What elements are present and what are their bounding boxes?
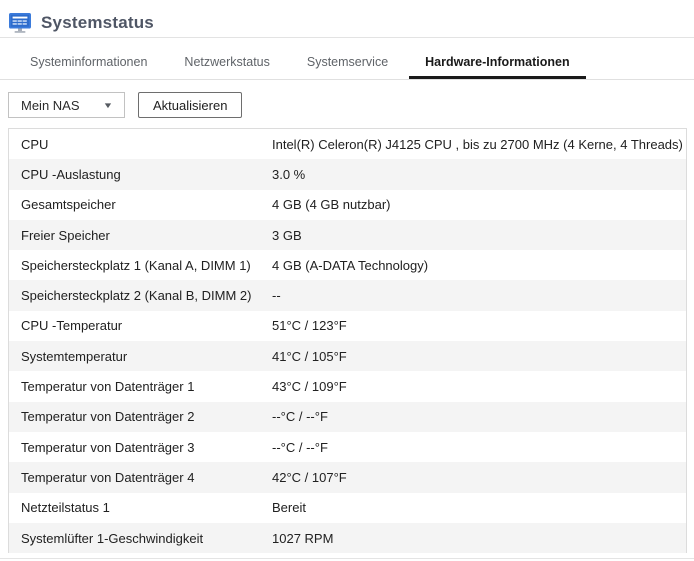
table-row: Temperatur von Datenträger 143°C / 109°F xyxy=(9,371,686,401)
row-value: 42°C / 107°F xyxy=(272,470,686,485)
row-label: Temperatur von Datenträger 2 xyxy=(9,409,272,424)
row-value: 43°C / 109°F xyxy=(272,379,686,394)
row-label: Gesamtspeicher xyxy=(9,197,272,212)
nas-selector-dropdown[interactable]: Mein NAS ▼ xyxy=(8,92,125,118)
bottom-border xyxy=(0,558,694,559)
table-row: Netzteilstatus 1Bereit xyxy=(9,493,686,523)
row-label: Speichersteckplatz 2 (Kanal B, DIMM 2) xyxy=(9,288,272,303)
row-value: --°C / --°F xyxy=(272,440,686,455)
row-value: 3.0 % xyxy=(272,167,686,182)
monitor-status-icon xyxy=(9,13,31,33)
row-label: Netzteilstatus 1 xyxy=(9,500,272,515)
row-label: Systemtemperatur xyxy=(9,349,272,364)
row-label: Temperatur von Datenträger 4 xyxy=(9,470,272,485)
row-value: 4 GB (4 GB nutzbar) xyxy=(272,197,686,212)
row-value: -- xyxy=(272,288,686,303)
table-row: CPUIntel(R) Celeron(R) J4125 CPU , bis z… xyxy=(9,129,686,159)
row-label: Freier Speicher xyxy=(9,228,272,243)
row-value: --°C / --°F xyxy=(272,409,686,424)
table-row: Freier Speicher3 GB xyxy=(9,220,686,250)
row-label: Systemlüfter 1-Geschwindigkeit xyxy=(9,531,272,546)
row-label: CPU -Auslastung xyxy=(9,167,272,182)
row-value: 41°C / 105°F xyxy=(272,349,686,364)
table-row: Temperatur von Datenträger 2--°C / --°F xyxy=(9,402,686,432)
row-value: Intel(R) Celeron(R) J4125 CPU , bis zu 2… xyxy=(272,137,686,152)
row-value: 4 GB (A-DATA Technology) xyxy=(272,258,686,273)
row-label: CPU xyxy=(9,137,272,152)
row-value: 3 GB xyxy=(272,228,686,243)
toolbar: Mein NAS ▼ Aktualisieren xyxy=(8,92,694,118)
tab-bar: Systeminformationen Netzwerkstatus Systems… xyxy=(0,38,694,80)
row-label: Temperatur von Datenträger 3 xyxy=(9,440,272,455)
table-row: Temperatur von Datenträger 442°C / 107°F xyxy=(9,462,686,492)
tab-hardware-informationen[interactable]: Hardware-Informationen xyxy=(425,55,569,79)
page-header: Systemstatus xyxy=(0,0,694,37)
tab-systeminformationen[interactable]: Systeminformationen xyxy=(30,55,147,79)
refresh-button[interactable]: Aktualisieren xyxy=(138,92,242,118)
table-row: Systemtemperatur41°C / 105°F xyxy=(9,341,686,371)
nas-selector-value: Mein NAS xyxy=(21,98,80,113)
row-label: Temperatur von Datenträger 1 xyxy=(9,379,272,394)
tab-systemservice[interactable]: Systemservice xyxy=(307,55,388,79)
page-title: Systemstatus xyxy=(41,13,154,33)
table-row: Gesamtspeicher4 GB (4 GB nutzbar) xyxy=(9,190,686,220)
row-value: 1027 RPM xyxy=(272,531,686,546)
row-label: Speichersteckplatz 1 (Kanal A, DIMM 1) xyxy=(9,258,272,273)
table-row: Speichersteckplatz 2 (Kanal B, DIMM 2)-- xyxy=(9,280,686,310)
table-row: Temperatur von Datenträger 3--°C / --°F xyxy=(9,432,686,462)
row-value: Bereit xyxy=(272,500,686,515)
table-row: CPU -Auslastung3.0 % xyxy=(9,159,686,189)
chevron-down-icon: ▼ xyxy=(103,101,114,110)
table-row: Speichersteckplatz 1 (Kanal A, DIMM 1)4 … xyxy=(9,250,686,280)
hardware-info-table: CPUIntel(R) Celeron(R) J4125 CPU , bis z… xyxy=(8,128,687,553)
table-row: Systemlüfter 1-Geschwindigkeit1027 RPM xyxy=(9,523,686,553)
tab-netzwerkstatus[interactable]: Netzwerkstatus xyxy=(184,55,269,79)
row-value: 51°C / 123°F xyxy=(272,318,686,333)
row-label: CPU -Temperatur xyxy=(9,318,272,333)
table-row: CPU -Temperatur51°C / 123°F xyxy=(9,311,686,341)
